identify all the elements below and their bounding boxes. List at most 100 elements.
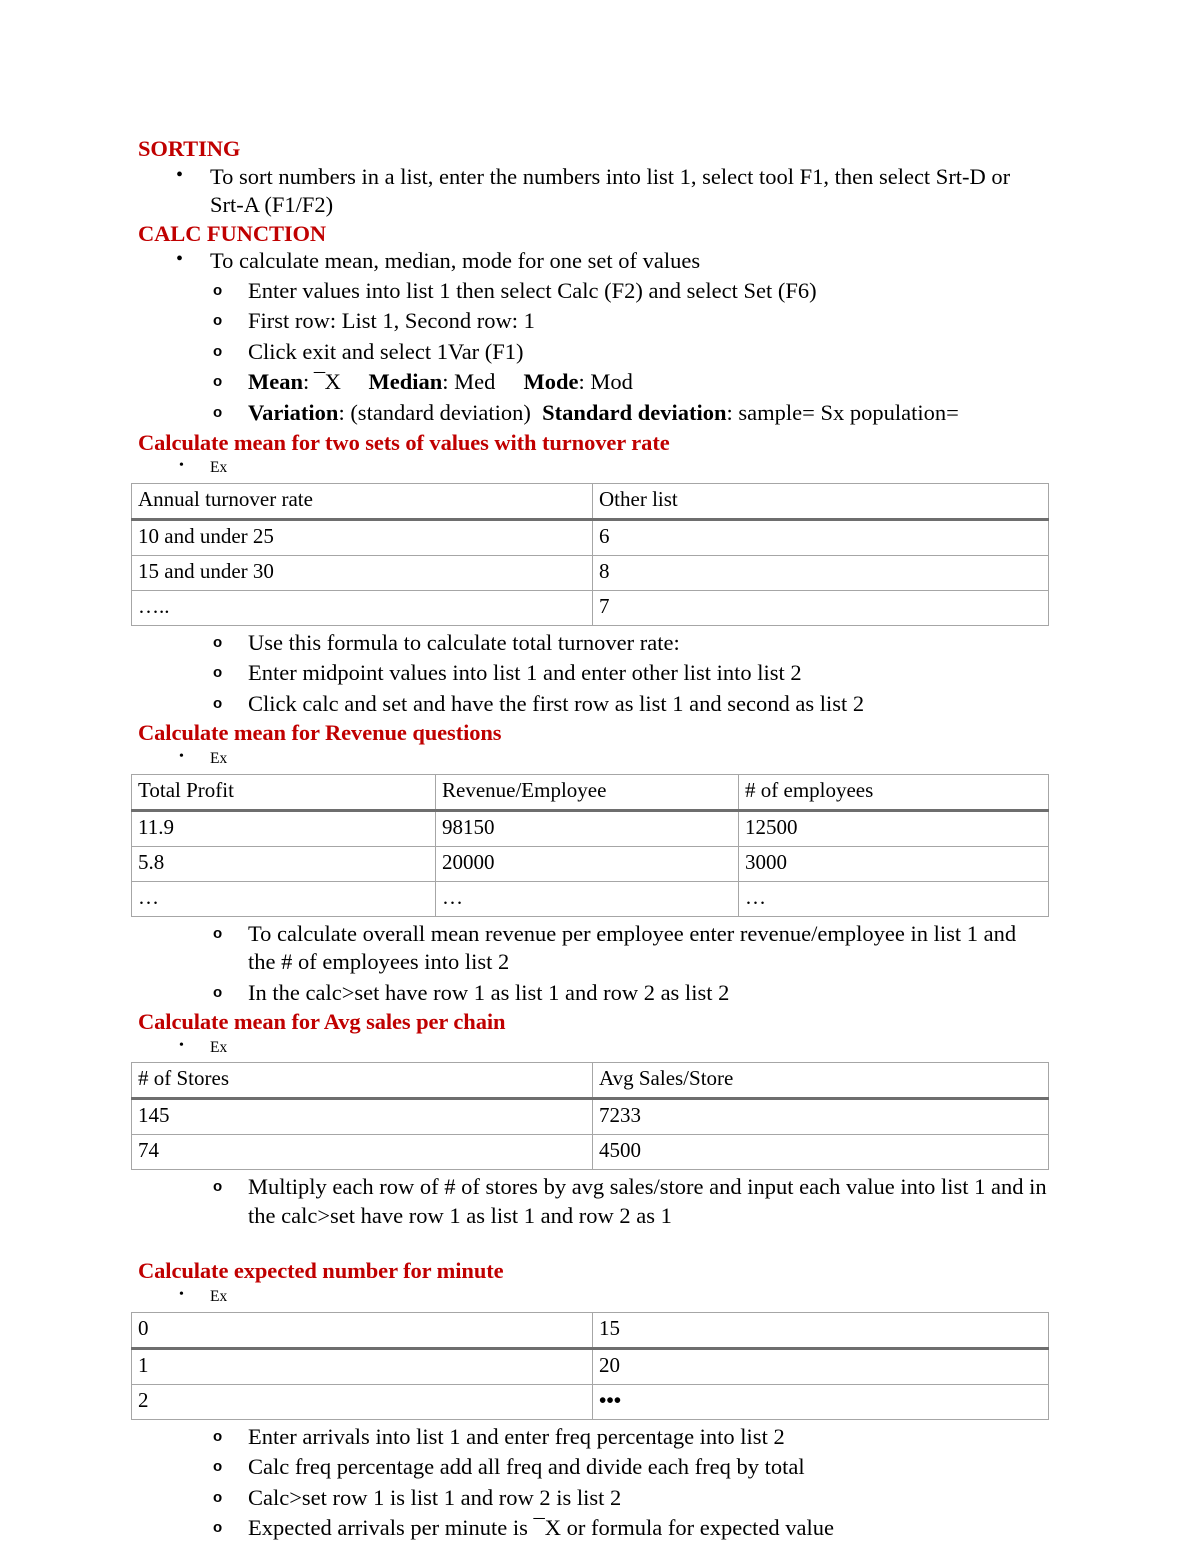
table-row: ….. 7 <box>131 589 1049 626</box>
table-row: Total Profit Revenue/Employee # of emplo… <box>131 773 1049 812</box>
calc-function-sub-list: Enter values into list 1 then select Cal… <box>131 277 1048 428</box>
mode-label: Mode <box>523 369 579 395</box>
list-item: Use this formula to calculate total turn… <box>131 629 1048 658</box>
table-cell: 15 and under 30 <box>131 554 593 591</box>
table-header-cell: 15 <box>592 1311 1049 1350</box>
list-item: First row: List 1, Second row: 1 <box>131 307 1048 336</box>
table-header-cell: Revenue/Employee <box>435 773 739 812</box>
table-cell: 8 <box>592 554 1049 591</box>
table-row: 0 15 <box>131 1311 1049 1350</box>
table-row: … … … <box>131 880 1049 917</box>
table-row: 10 and under 25 6 <box>131 518 1049 556</box>
table-cell: 11.9 <box>131 809 436 847</box>
list-item: Enter midpoint values into list 1 and en… <box>131 659 1048 688</box>
table-header-cell: # of employees <box>738 773 1049 812</box>
avg-sales-ex-list: Ex <box>131 1036 1048 1059</box>
list-item: Click calc and set and have the first ro… <box>131 690 1048 719</box>
table-cell: 1 <box>131 1347 593 1385</box>
mean-value: : ¯X <box>303 369 341 395</box>
table-row: 2 ••• <box>131 1383 1049 1420</box>
table-row: 5.8 20000 3000 <box>131 845 1049 882</box>
expected-sub-list: Enter arrivals into list 1 and enter fre… <box>131 1423 1048 1543</box>
table-cell: 6 <box>592 518 1049 556</box>
standard-deviation-label: Standard deviation <box>542 400 727 426</box>
section-heading-calc-function: CALC FUNCTION <box>138 220 327 246</box>
expected-ex-list: Ex <box>131 1285 1048 1308</box>
list-item-ex: Ex <box>131 747 1048 770</box>
list-item: To sort numbers in a list, enter the num… <box>131 162 1048 220</box>
turnover-ex-list: Ex <box>131 456 1048 479</box>
table-cell: 4500 <box>592 1134 1049 1171</box>
table-header-cell: 0 <box>131 1311 593 1350</box>
table-header-cell: # of Stores <box>131 1062 593 1101</box>
table-cell: … <box>435 880 739 917</box>
median-value: : Med <box>442 369 496 395</box>
table-cell: 7233 <box>592 1098 1049 1136</box>
variation-value: : (standard deviation) <box>338 400 531 426</box>
table-row: # of Stores Avg Sales/Store <box>131 1062 1049 1101</box>
section-heading-sorting: SORTING <box>138 136 241 161</box>
table-row: 145 7233 <box>131 1098 1049 1136</box>
list-item: Multiply each row of # of stores by avg … <box>131 1173 1048 1230</box>
table-cell: 3000 <box>738 845 1049 882</box>
list-item-variation: Variation: (standard deviation) Standard… <box>131 399 1048 428</box>
section-heading-avg-sales-per-chain: Calculate mean for Avg sales per chain <box>138 1009 506 1035</box>
list-item: Calc>set row 1 is list 1 and row 2 is li… <box>131 1484 1048 1513</box>
calc-function-bullet-list: To calculate mean, median, mode for one … <box>131 246 1048 275</box>
table-cell: 20000 <box>435 845 739 882</box>
turnover-rate-table: Annual turnover rate Other list 10 and u… <box>131 482 1049 626</box>
expected-arrivals-table: 0 15 1 20 2 ••• <box>131 1311 1049 1420</box>
table-cell: ….. <box>131 589 593 626</box>
sorting-bullet-list: To sort numbers in a list, enter the num… <box>131 162 1048 220</box>
mode-value: : Mod <box>578 369 633 395</box>
table-header-cell: Other list <box>592 482 1049 521</box>
list-item: Calc freq percentage add all freq and di… <box>131 1453 1048 1482</box>
table-cell: … <box>738 880 1049 917</box>
table-cell: 5.8 <box>131 845 436 882</box>
document-content: SORTING To sort numbers in a list, enter… <box>131 136 1049 1545</box>
table-cell: 2 <box>131 1383 593 1420</box>
table-row: 11.9 98150 12500 <box>131 809 1049 847</box>
revenue-table: Total Profit Revenue/Employee # of emplo… <box>131 773 1049 917</box>
list-item: Enter arrivals into list 1 and enter fre… <box>131 1423 1048 1452</box>
list-item-ex: Ex <box>131 1036 1048 1059</box>
table-row: 15 and under 30 8 <box>131 554 1049 591</box>
section-heading-expected-number-minute: Calculate expected number for minute <box>138 1258 504 1284</box>
table-row: 74 4500 <box>131 1134 1049 1171</box>
turnover-sub-list: Use this formula to calculate total turn… <box>131 629 1048 719</box>
table-header-cell: Avg Sales/Store <box>592 1062 1049 1101</box>
table-cell: 7 <box>592 589 1049 626</box>
list-item: To calculate overall mean revenue per em… <box>131 920 1048 977</box>
list-item: Click exit and select 1Var (F1) <box>131 338 1048 367</box>
median-label: Median <box>368 369 443 395</box>
table-cell: 98150 <box>435 809 739 847</box>
table-cell: 10 and under 25 <box>131 518 593 556</box>
table-cell: ••• <box>592 1383 1049 1420</box>
table-row: Annual turnover rate Other list <box>131 482 1049 521</box>
avg-sales-sub-list: Multiply each row of # of stores by avg … <box>131 1173 1048 1230</box>
section-heading-revenue-questions: Calculate mean for Revenue questions <box>138 720 502 746</box>
section-heading-turnover-rate: Calculate mean for two sets of values wi… <box>138 429 670 455</box>
list-item: Expected arrivals per minute is ¯X or fo… <box>131 1514 1048 1543</box>
standard-deviation-value: : sample= Sx population= <box>726 400 959 426</box>
document-page: SORTING To sort numbers in a list, enter… <box>0 0 1200 1553</box>
table-header-cell: Total Profit <box>131 773 436 812</box>
list-item-ex: Ex <box>131 456 1048 479</box>
list-item-ex: Ex <box>131 1285 1048 1308</box>
table-cell: … <box>131 880 436 917</box>
table-cell: 74 <box>131 1134 593 1171</box>
list-item: In the calc>set have row 1 as list 1 and… <box>131 979 1048 1008</box>
table-row: 1 20 <box>131 1347 1049 1385</box>
table-header-cell: Annual turnover rate <box>131 482 593 521</box>
table-cell: 145 <box>131 1098 593 1136</box>
list-item: Enter values into list 1 then select Cal… <box>131 277 1048 306</box>
list-item-mean-median-mode: Mean: ¯X Median: Med Mode: Mod <box>131 368 1048 397</box>
mean-label: Mean <box>248 369 303 395</box>
revenue-ex-list: Ex <box>131 747 1048 770</box>
list-item: To calculate mean, median, mode for one … <box>131 246 1048 275</box>
variation-label: Variation <box>248 400 339 426</box>
table-cell: 20 <box>592 1347 1049 1385</box>
table-cell: 12500 <box>738 809 1049 847</box>
revenue-sub-list: To calculate overall mean revenue per em… <box>131 920 1048 1008</box>
